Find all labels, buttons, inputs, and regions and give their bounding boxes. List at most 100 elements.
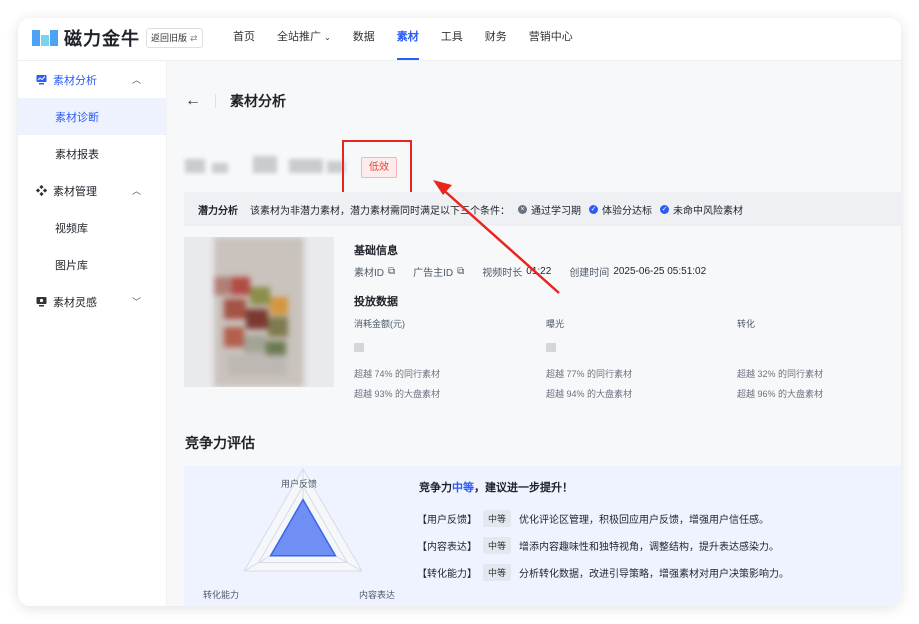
sidebar-item-video-library[interactable]: 视频库 [18, 209, 166, 246]
suggestion-level: 中等 [483, 537, 512, 554]
created-time-value: 2025-06-25 05:51:02 [613, 266, 707, 277]
condition-experience-score: ✓ 体验分达标 [589, 202, 652, 217]
metric-header: 曝光 [546, 319, 565, 329]
fail-x-icon: × [518, 204, 527, 214]
metric-header: 转化 [737, 319, 756, 329]
metric-header: 消耗金额(元) [354, 319, 405, 329]
nav-data[interactable]: 数据 [342, 18, 386, 60]
back-arrow-icon[interactable]: ← [185, 92, 201, 110]
sidebar-item-material-diagnosis[interactable]: 素材诊断 [18, 98, 166, 135]
metric-beat-all: 超越 94% 的大盘素材 [546, 389, 633, 399]
potential-label: 潜力分析 [198, 205, 238, 217]
summary-suffix: ，建议进一步提升！ [474, 482, 573, 494]
suggestion-row: 【用户反馈】 中等 优化评论区管理，积极回应用户反馈，增强用户信任感。 [417, 510, 769, 527]
suggestion-dimension: 【转化能力】 [417, 569, 477, 580]
suggestion-row: 【内容表达】 中等 增添内容趣味性和独特视角，调整结构，提升表达感染力。 [417, 537, 779, 554]
annotation-highlight-box [342, 140, 412, 196]
duration-value: 01:22 [526, 266, 552, 277]
sidebar-group-material-management[interactable]: 素材管理 ︿ [18, 172, 166, 209]
metric-value-redacted [354, 343, 364, 352]
nav-home[interactable]: 首页 [222, 18, 266, 60]
advertiser-id-label: 广告主ID [413, 268, 454, 279]
back-to-old-version-button[interactable]: 返回旧版 ⇄ [146, 28, 203, 48]
sidebar-group-material-analysis[interactable]: 素材分析 ︿ [18, 61, 166, 98]
basic-info-title: 基础信息 [354, 245, 398, 257]
suggestion-text: 优化评论区管理，积极回应用户反馈，增强用户信任感。 [519, 515, 770, 526]
delivery-data-title: 投放数据 [354, 296, 398, 308]
metric-value-redacted [737, 343, 747, 352]
check-circle-icon: ✓ [589, 204, 598, 214]
monitor-chart-icon [36, 74, 47, 85]
metric-beat-peer: 超越 77% 的同行素材 [546, 369, 633, 379]
metric-value-redacted [546, 343, 556, 352]
metric-conversions: 转化 超越 32% 的同行素材 超越 96% 的大盘素材 [737, 317, 823, 407]
nav-tools[interactable]: 工具 [430, 18, 474, 60]
nav-finance[interactable]: 财务 [474, 18, 518, 60]
diamond-dots-icon [35, 184, 48, 197]
summary-prefix: 竞争力 [419, 482, 452, 494]
competitiveness-title: 竞争力评估 [185, 435, 255, 451]
metric-impressions: 曝光 超越 77% 的同行素材 超越 94% 的大盘素材 [546, 317, 632, 407]
check-circle-icon: ✓ [660, 204, 669, 214]
sidebar-item-material-report[interactable]: 素材报表 [18, 135, 166, 172]
app-window: 磁力金牛 返回旧版 ⇄ 首页 全站推广 ⌄ 数据 素材 工具 财务 营销中心 素… [18, 18, 901, 606]
page-header: ← 素材分析 [185, 91, 286, 111]
page-title: 素材分析 [230, 93, 286, 109]
radar-axis-label: 内容表达 [359, 590, 396, 600]
metric-beat-peer: 超越 32% 的同行素材 [737, 369, 824, 379]
radar-axis-label: 用户反馈 [281, 479, 318, 489]
condition-text: 未命中风险素材 [673, 205, 743, 217]
logo-icon [32, 27, 58, 49]
suggestion-text: 增添内容趣味性和独特视角，调整结构，提升表达感染力。 [519, 542, 780, 553]
condition-no-risk: ✓ 未命中风险素材 [660, 202, 743, 217]
app-logo[interactable]: 磁力金牛 [32, 25, 140, 51]
suggestion-dimension: 【内容表达】 [417, 542, 477, 553]
back-old-label: 返回旧版 [151, 33, 188, 43]
sidebar-group-label: 素材分析 [53, 74, 97, 87]
app-name: 磁力金牛 [64, 29, 140, 49]
radar-axis-label: 转化能力 [203, 590, 240, 600]
chevron-up-icon: ︿ [132, 75, 142, 85]
material-id-label: 素材ID [354, 268, 384, 279]
basic-info-row: 素材ID ⧉ 广告主ID ⧉ 视频时长 01:22 创建时间 2025-06-2… [354, 264, 706, 279]
suggestion-row: 【转化能力】 中等 分析转化数据，改进引导策略，增强素材对用户决策影响力。 [417, 564, 789, 581]
material-thumbnail[interactable] [184, 237, 334, 387]
chevron-down-icon: ⌄ [324, 33, 331, 42]
copy-icon[interactable]: ⧉ [457, 266, 464, 277]
nav-site-promotion-label: 全站推广 [277, 31, 321, 43]
sidebar-item-image-library[interactable]: 图片库 [18, 246, 166, 283]
copy-icon[interactable]: ⧉ [388, 266, 395, 277]
top-nav-bar: 磁力金牛 返回旧版 ⇄ 首页 全站推广 ⌄ 数据 素材 工具 财务 营销中心 [18, 18, 901, 61]
suggestion-level: 中等 [483, 564, 512, 581]
sidebar-group-label: 素材管理 [53, 185, 97, 198]
nav-site-promotion[interactable]: 全站推广 ⌄ [266, 18, 342, 60]
summary-level: 中等 [452, 482, 474, 494]
chevron-down-icon: ﹀ [132, 297, 142, 307]
metric-beat-peer: 超越 74% 的同行素材 [354, 369, 441, 379]
condition-learning-phase: × 通过学习期 [518, 202, 581, 217]
potential-analysis-bar: 潜力分析 该素材为非潜力素材，潜力素材需同时满足以下三个条件： × 通过学习期 … [184, 192, 901, 226]
sidebar-group-label: 素材灵感 [53, 296, 97, 309]
suggestion-text: 分析转化数据，改进引导策略，增强素材对用户决策影响力。 [519, 569, 790, 580]
metric-beat-all: 超越 96% 的大盘素材 [737, 389, 824, 399]
created-time-label: 创建时间 [569, 268, 610, 279]
nav-material[interactable]: 素材 [386, 18, 430, 60]
main-content: ← 素材分析 低效 潜力分析 该素材为非潜力素材，潜力素材需同时满足以下三个条件… [167, 61, 901, 606]
sidebar: 素材分析 ︿ 素材诊断 素材报表 素材管理 ︿ 视频库 图片库 素材灵感 ﹀ [18, 61, 167, 606]
divider [215, 94, 216, 108]
competitiveness-summary: 竞争力中等，建议进一步提升！ [419, 479, 573, 495]
condition-text: 体验分达标 [602, 205, 652, 217]
metric-cost: 消耗金额(元) 超越 74% 的同行素材 超越 93% 的大盘素材 [354, 317, 440, 407]
swap-icon: ⇄ [190, 33, 198, 43]
nav-marketing-center[interactable]: 营销中心 [518, 18, 584, 60]
main-nav: 首页 全站推广 ⌄ 数据 素材 工具 财务 营销中心 [222, 18, 584, 60]
sidebar-group-material-inspiration[interactable]: 素材灵感 ﹀ [18, 283, 166, 320]
potential-description: 该素材为非潜力素材，潜力素材需同时满足以下三个条件： [250, 205, 510, 217]
suggestion-level: 中等 [483, 510, 512, 527]
chevron-up-icon: ︿ [132, 186, 142, 196]
duration-label: 视频时长 [482, 268, 523, 279]
bulb-card-icon [36, 296, 47, 307]
condition-text: 通过学习期 [531, 205, 581, 217]
metric-beat-all: 超越 93% 的大盘素材 [354, 389, 441, 399]
suggestion-dimension: 【用户反馈】 [417, 515, 477, 526]
